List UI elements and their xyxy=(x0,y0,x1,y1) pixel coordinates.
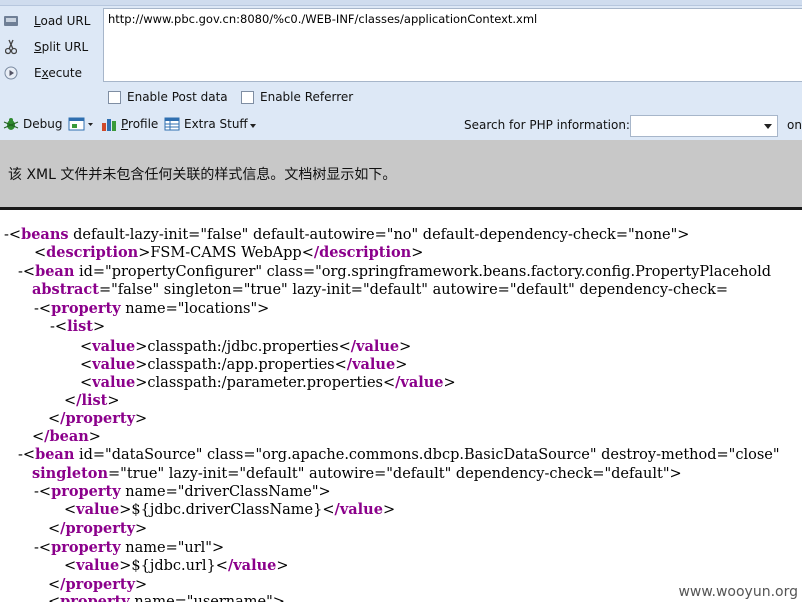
xml-line-content: /property> xyxy=(60,410,148,427)
xml-line: -<bean id="propertyConfigurer" class="or… xyxy=(18,263,772,280)
xml-line: </list> xyxy=(64,392,120,409)
split-url-button[interactable]: Split URL xyxy=(0,35,88,59)
xml-line-content: property name="driverClassName"> xyxy=(51,483,331,500)
xml-line: <value>${jdbc.driverClassName}</value> xyxy=(64,501,396,518)
enable-post-data-checkbox[interactable]: Enable Post data xyxy=(108,90,228,104)
xml-line: abstract="false" singleton="true" lazy-i… xyxy=(32,281,728,299)
xml-line: </property> xyxy=(48,410,148,427)
hackbar-top-strip xyxy=(0,0,802,6)
on-label: on xyxy=(787,118,802,132)
xml-line: </bean> xyxy=(32,428,101,445)
dropdown-arrow-icon xyxy=(249,117,256,131)
watermark: www.wooyun.org xyxy=(678,584,798,600)
xml-style-notice-text: 该 XML 文件并未包含任何关联的样式信息。文档树显示如下。 xyxy=(8,167,397,183)
table-icon xyxy=(164,117,180,131)
enable-referrer-label: Enable Referrer xyxy=(260,90,354,104)
xml-line-content: value>classpath:/jdbc.properties</value> xyxy=(92,338,412,355)
xml-line: -<bean id="dataSource" class="org.apache… xyxy=(18,446,780,463)
php-info-select[interactable] xyxy=(630,115,778,137)
chart-icon xyxy=(101,117,117,131)
xml-line-content: value>classpath:/parameter.properties</v… xyxy=(92,374,456,391)
enable-referrer-checkbox[interactable]: Enable Referrer xyxy=(241,90,353,104)
xml-line-content: value>${jdbc.url}</value> xyxy=(76,557,289,574)
search-php-label: Search for PHP information: xyxy=(464,118,630,132)
window-icon xyxy=(68,117,94,131)
xml-line-content: bean id="dataSource" class="org.apache.c… xyxy=(35,446,780,463)
xml-line: <value>classpath:/parameter.properties</… xyxy=(80,374,456,391)
xml-line-content: /property> xyxy=(60,520,148,537)
hackbar-panel: Load URL Split URL Execute http://www.pb… xyxy=(0,0,802,140)
xml-line-content: property name="username"> xyxy=(60,593,285,602)
xml-line: -<property name="driverClassName"> xyxy=(34,483,331,500)
xml-line: <property name="username"> xyxy=(48,593,285,602)
extra-stuff-menu[interactable]: Extra Stuff xyxy=(164,117,256,131)
xml-line-content: property name="url"> xyxy=(51,539,225,556)
extensions-dropdown[interactable] xyxy=(68,117,98,131)
checkbox-box[interactable] xyxy=(241,90,254,104)
chevron-down-icon xyxy=(764,124,772,129)
bug-icon xyxy=(3,117,19,131)
enable-post-data-label: Enable Post data xyxy=(127,90,228,104)
xml-line-content: /bean> xyxy=(44,428,101,445)
xml-line-content: /property> xyxy=(60,576,148,593)
xml-style-notice: 该 XML 文件并未包含任何关联的样式信息。文档树显示如下。 xyxy=(0,140,802,207)
url-textarea[interactable]: http://www.pbc.gov.cn:8080/%c0./WEB-INF/… xyxy=(103,8,802,82)
xml-line-content: bean id="propertyConfigurer" class="org.… xyxy=(35,263,772,280)
profile-label: Profile xyxy=(121,117,159,131)
load-url-label: Load URL xyxy=(34,14,91,28)
xml-line-content: /list> xyxy=(76,392,120,409)
profile-menu[interactable]: Profile xyxy=(101,117,158,131)
load-url-button[interactable]: Load URL xyxy=(0,9,90,33)
execute-button[interactable]: Execute xyxy=(0,61,82,85)
xml-line: <value>classpath:/app.properties</value> xyxy=(80,356,408,373)
xml-line: <value>${jdbc.url}</value> xyxy=(64,557,289,574)
xml-line-content: value>${jdbc.driverClassName}</value> xyxy=(76,501,396,518)
xml-line-content: property name="locations"> xyxy=(51,300,270,317)
xml-document-tree: -<beans default-lazy-init="false" defaul… xyxy=(0,210,802,602)
xml-line: -<property name="url"> xyxy=(34,539,225,556)
scissors-icon xyxy=(0,36,22,58)
play-icon xyxy=(0,62,22,84)
debug-menu[interactable]: Debug xyxy=(3,117,62,131)
xml-line: <description>FSM-CAMS WebApp</descriptio… xyxy=(34,244,424,261)
checkbox-box[interactable] xyxy=(108,90,121,104)
xml-line-content: abstract="false" singleton="true" lazy-i… xyxy=(32,281,729,298)
xml-line-content: value>classpath:/app.properties</value> xyxy=(92,356,408,373)
xml-line: -<property name="locations"> xyxy=(34,300,270,317)
xml-line-content: beans default-lazy-init="false" default-… xyxy=(21,226,690,243)
load-url-icon xyxy=(0,10,22,32)
xml-line-content: list> xyxy=(67,318,106,335)
xml-line: </property> xyxy=(48,576,148,593)
xml-line: <value>classpath:/jdbc.properties</value… xyxy=(80,338,412,355)
xml-line: -<beans default-lazy-init="false" defaul… xyxy=(4,226,690,243)
xml-line-content: description>FSM-CAMS WebApp</description… xyxy=(46,244,424,261)
xml-line: </property> xyxy=(48,520,148,537)
hackbar-menu-toolbar: Debug Profile Extra Stuff Search for PHP… xyxy=(0,113,802,139)
debug-label: Debug xyxy=(23,117,63,131)
xml-line: -<list> xyxy=(50,318,106,335)
xml-line: singleton="true" lazy-init="default" aut… xyxy=(32,465,682,483)
execute-label: Execute xyxy=(34,66,83,80)
split-url-label: Split URL xyxy=(34,40,89,54)
xml-line-content: singleton="true" lazy-init="default" aut… xyxy=(32,465,682,482)
extra-stuff-label: Extra Stuff xyxy=(184,117,248,131)
